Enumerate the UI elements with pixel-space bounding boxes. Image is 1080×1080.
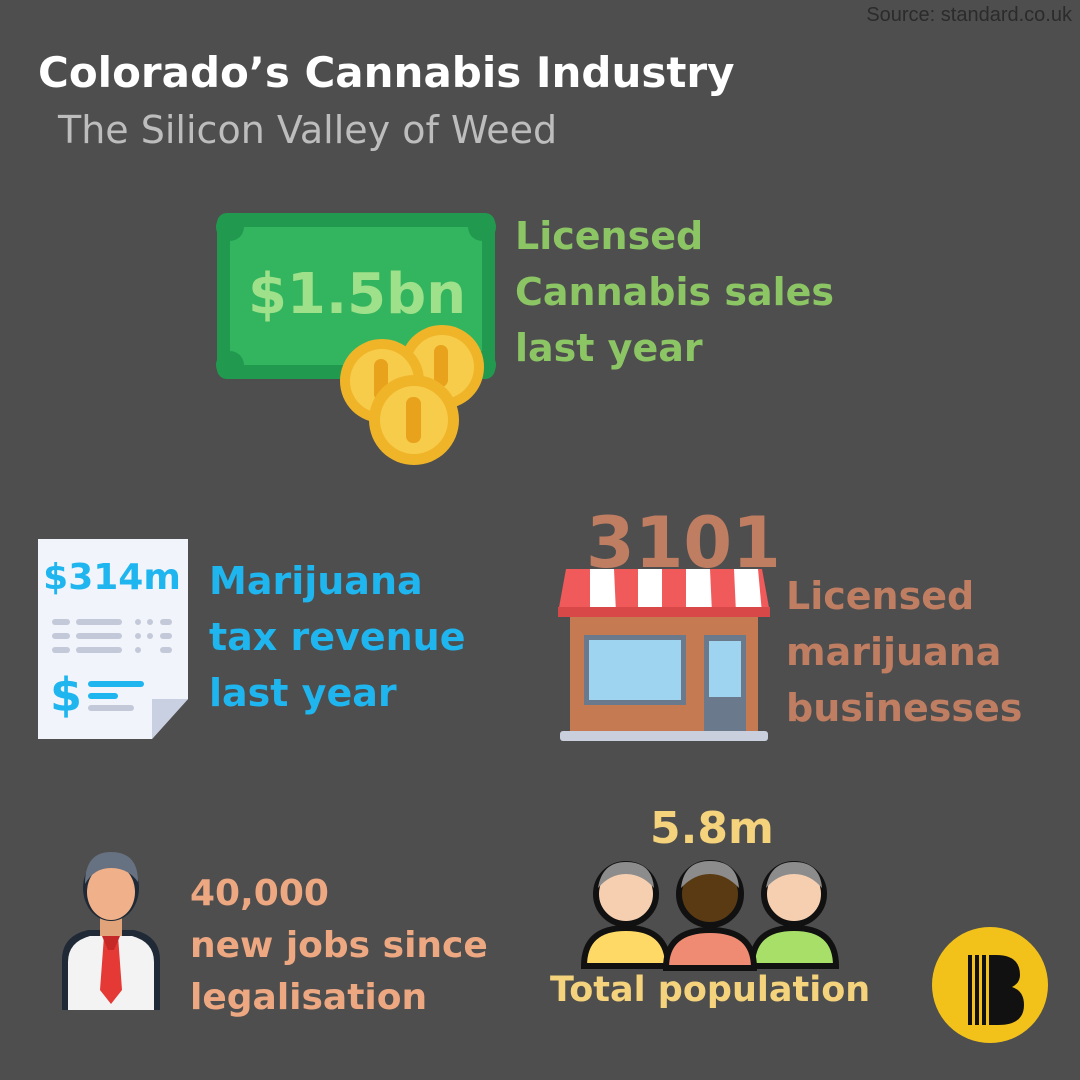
storefront-icon bbox=[558, 569, 770, 741]
page-subtitle: The Silicon Valley of Weed bbox=[58, 108, 558, 152]
tax-label-line: Marijuana bbox=[209, 559, 423, 603]
stat-tax: $314m $ Marijuana tax revenue last year bbox=[34, 535, 504, 745]
tax-label-line: last year bbox=[209, 671, 397, 715]
sales-label-line: Licensed bbox=[515, 214, 704, 258]
brand-logo-icon bbox=[932, 927, 1048, 1043]
people-group-icon bbox=[580, 860, 840, 971]
source-credit: Source: standard.co.uk bbox=[866, 4, 1072, 26]
svg-text:$: $ bbox=[50, 668, 82, 722]
population-value: 5.8m bbox=[650, 803, 774, 854]
sales-value: $1.5bn bbox=[248, 262, 466, 327]
jobs-label-line: new jobs since bbox=[190, 925, 488, 966]
page-title: Colorado’s Cannabis Industry bbox=[38, 48, 735, 97]
tax-receipt-icon: $314m $ bbox=[38, 539, 188, 739]
businessman-icon bbox=[62, 852, 160, 1010]
sales-label-line: Cannabis sales bbox=[515, 270, 835, 314]
stat-jobs: 40,000 new jobs since legalisation bbox=[58, 838, 498, 1018]
sales-label-line: last year bbox=[515, 326, 703, 370]
population-label: Total population bbox=[550, 970, 871, 1010]
stat-sales: $1.5bn Licensed Cannabis sales last year bbox=[210, 205, 910, 475]
jobs-label-line: 40,000 bbox=[190, 873, 329, 914]
tax-label-line: tax revenue bbox=[209, 615, 466, 659]
businesses-label-line: Licensed bbox=[786, 574, 975, 618]
jobs-label-line: legalisation bbox=[190, 977, 428, 1018]
stat-businesses: 3101 Licensed marijuana businesses bbox=[556, 505, 1066, 750]
businesses-label-line: businesses bbox=[786, 686, 1023, 730]
stat-population: 5.8m Total population bbox=[540, 800, 880, 1020]
businesses-label-line: marijuana bbox=[786, 630, 1002, 674]
tax-value: $314m bbox=[43, 557, 181, 598]
money-bill-coins-icon: $1.5bn bbox=[216, 213, 496, 465]
